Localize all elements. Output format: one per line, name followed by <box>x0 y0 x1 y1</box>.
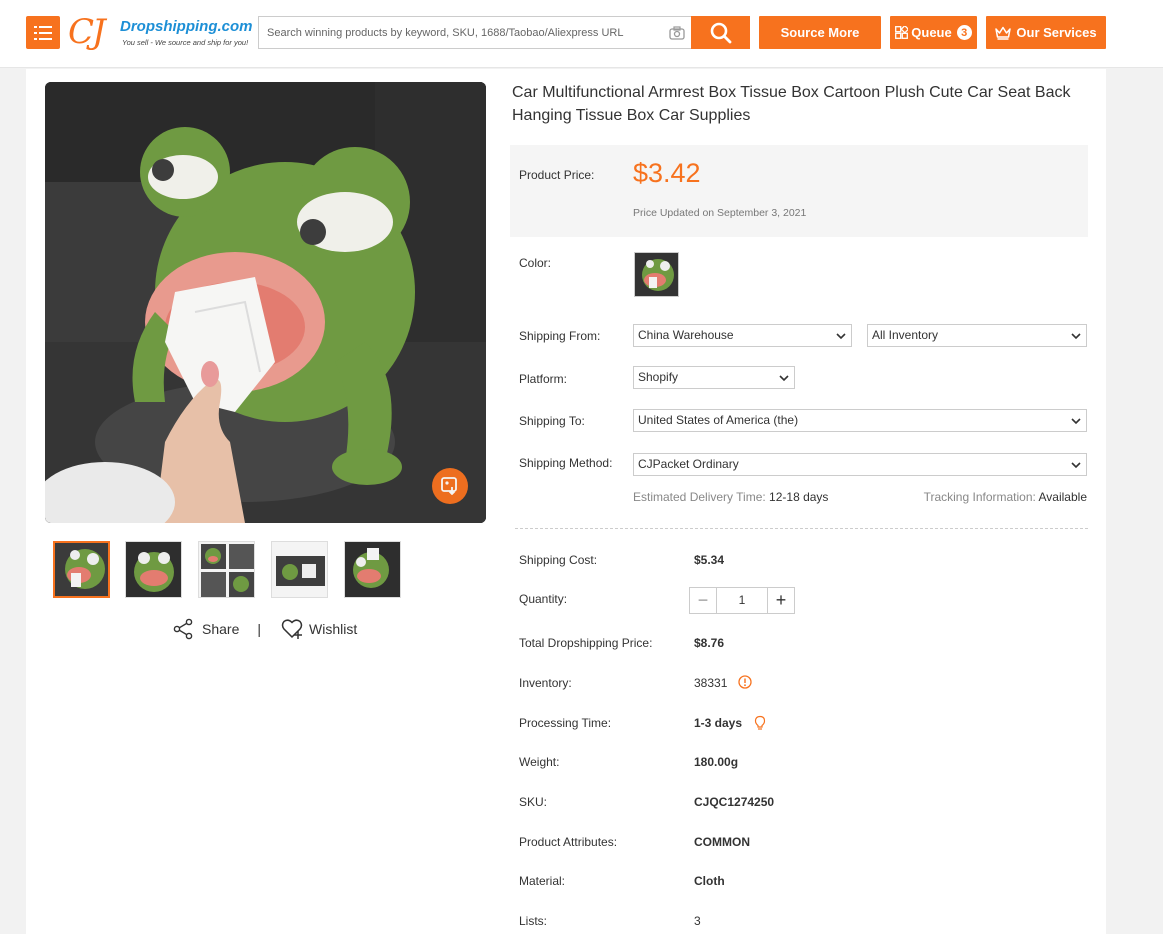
price-box <box>510 145 1088 237</box>
shipping-to-value: United States of America (the) <box>638 413 799 427</box>
thumbnail-1[interactable] <box>53 541 110 598</box>
inventory-label: Inventory: <box>519 676 572 690</box>
lightbulb-icon[interactable] <box>753 715 767 731</box>
product-price-label: Product Price: <box>519 168 595 182</box>
thumbnail-4[interactable] <box>271 541 328 598</box>
share-link[interactable]: Share <box>202 621 239 637</box>
tracking-value: Available <box>1038 490 1087 504</box>
shipping-from-value: China Warehouse <box>638 328 734 342</box>
product-price: $3.42 <box>633 158 701 188</box>
shipping-cost-label: Shipping Cost: <box>519 553 598 567</box>
delivery-label: Estimated Delivery Time: <box>633 490 766 504</box>
site-header: CJ Dropshipping.com You sell - We source… <box>0 0 1163 68</box>
price-updated-text: Price Updated on September 3, 2021 <box>633 207 807 219</box>
thumbnail-2[interactable] <box>125 541 182 598</box>
material-label: Material: <box>519 874 566 888</box>
chevron-down-icon <box>779 375 789 382</box>
shipping-method-label: Shipping Method: <box>519 456 613 470</box>
crown-icon <box>995 26 1012 40</box>
info-alert-icon[interactable] <box>738 675 752 689</box>
total-price-value: $8.76 <box>694 636 725 650</box>
chevron-down-icon <box>1071 418 1081 425</box>
logo-slogan: You sell - We source and ship for you! <box>122 38 249 47</box>
our-services-label: Our Services <box>1016 25 1097 40</box>
quantity-input[interactable]: 1 <box>716 588 768 613</box>
share-icon[interactable] <box>172 618 194 640</box>
thumbnail-3[interactable] <box>198 541 255 598</box>
quantity-label: Quantity: <box>519 592 568 606</box>
menu-button[interactable] <box>26 16 60 49</box>
share-separator: | <box>257 621 261 637</box>
weight-value: 180.00g <box>694 755 739 769</box>
sku-value: CJQC1274250 <box>694 795 775 809</box>
chevron-down-icon <box>1071 333 1081 340</box>
quantity-decrease-button[interactable]: − <box>690 588 716 613</box>
shipping-method-value: CJPacket Ordinary <box>638 457 739 471</box>
search-icon <box>710 22 731 43</box>
site-logo[interactable]: CJ Dropshipping.com You sell - We source… <box>68 12 253 54</box>
weight-label: Weight: <box>519 755 560 769</box>
total-price-label: Total Dropshipping Price: <box>519 636 653 650</box>
logo-brand: Dropshipping.com <box>120 18 253 35</box>
platform-label: Platform: <box>519 372 568 386</box>
shipping-to-select[interactable]: United States of America (the) <box>633 409 1087 432</box>
inventory-filter-select[interactable]: All Inventory <box>867 324 1087 347</box>
share-wishlist-row: Share | Wishlist <box>172 618 357 640</box>
color-option-swatch[interactable] <box>634 252 679 297</box>
our-services-button[interactable]: Our Services <box>986 16 1106 49</box>
main-product-image[interactable] <box>45 82 486 523</box>
platform-select[interactable]: Shopify <box>633 366 795 389</box>
product-attributes-label: Product Attributes: <box>519 835 618 849</box>
processing-time-value: 1-3 days <box>694 716 743 730</box>
quantity-stepper: − 1 + <box>689 587 795 614</box>
tracking-label: Tracking Information: <box>923 490 1036 504</box>
tracking-info: Tracking Information: Available <box>924 490 1087 504</box>
thumbnail-5[interactable] <box>344 541 401 598</box>
shipping-from-select[interactable]: China Warehouse <box>633 324 852 347</box>
shipping-cost-value: $5.34 <box>694 553 725 567</box>
material-value: Cloth <box>694 874 725 888</box>
product-attributes-value: COMMON <box>694 835 750 849</box>
lists-label: Lists: <box>519 914 548 928</box>
image-download-icon <box>441 477 457 495</box>
wishlist-link[interactable]: Wishlist <box>309 621 357 637</box>
menu-list-icon <box>34 25 52 40</box>
cj-logo-mark: CJ <box>68 12 106 52</box>
color-label: Color: <box>519 256 552 270</box>
shipping-method-select[interactable]: CJPacket Ordinary <box>633 453 1087 476</box>
estimated-delivery: Estimated Delivery Time: 12-18 days <box>633 490 828 504</box>
queue-label: Queue <box>911 25 952 40</box>
product-title: Car Multifunctional Armrest Box Tissue B… <box>512 84 1071 124</box>
queue-count-badge: 3 <box>956 25 972 40</box>
chevron-down-icon <box>1071 462 1081 469</box>
wishlist-heart-icon[interactable] <box>281 618 305 640</box>
search-box <box>258 16 691 49</box>
search-button[interactable] <box>691 16 750 49</box>
delivery-value: 12-18 days <box>769 490 829 504</box>
quantity-increase-button[interactable]: + <box>768 588 794 613</box>
platform-value: Shopify <box>638 370 679 384</box>
search-input[interactable] <box>259 17 659 48</box>
inventory-value: 38331 <box>694 676 728 690</box>
camera-icon[interactable] <box>669 26 685 40</box>
queue-grid-icon <box>895 26 909 39</box>
processing-time-label: Processing Time: <box>519 716 612 730</box>
lists-value: 3 <box>694 914 701 928</box>
chevron-down-icon <box>836 333 846 340</box>
shipping-to-label: Shipping To: <box>519 414 585 428</box>
divider <box>515 528 1088 529</box>
inventory-filter-value: All Inventory <box>872 328 939 342</box>
sku-label: SKU: <box>519 795 548 809</box>
queue-button[interactable]: Queue 3 <box>890 16 977 49</box>
shipping-from-label: Shipping From: <box>519 329 601 343</box>
source-more-button[interactable]: Source More <box>759 16 881 49</box>
image-download-button[interactable] <box>432 468 468 504</box>
